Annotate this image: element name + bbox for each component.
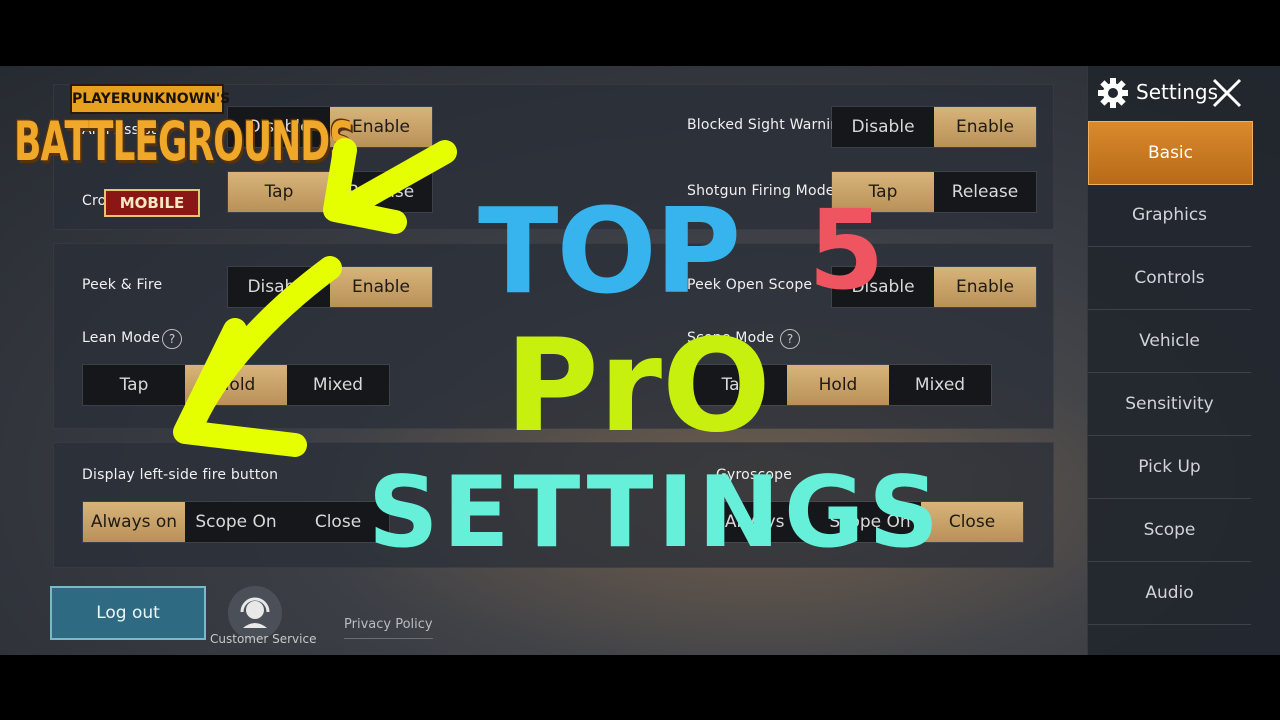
logout-button[interactable]: Log out (50, 586, 206, 640)
sidebar-item-audio[interactable]: Audio (1088, 562, 1251, 625)
overlay-pro-text: PrO (505, 312, 771, 461)
overlay-top-text: TOP (478, 182, 741, 320)
sidebar-item-graphics[interactable]: Graphics (1088, 184, 1251, 247)
settings-sidebar: Settings Basic Graphics Controls Vehicle… (1087, 66, 1280, 655)
scope-mixed[interactable]: Mixed (889, 365, 991, 405)
lean-tap[interactable]: Tap (83, 365, 185, 405)
lean-mode-help-icon[interactable]: ? (162, 329, 182, 349)
left-fire-button-toggle: Always on Scope On Close (82, 501, 390, 543)
blocked-sight-label: Blocked Sight Warning (687, 117, 849, 133)
sidebar-item-controls[interactable]: Controls (1088, 247, 1251, 310)
left-fire-always-on[interactable]: Always on (83, 502, 185, 542)
sidebar-item-pick-up[interactable]: Pick Up (1088, 436, 1251, 499)
scope-mode-help-icon[interactable]: ? (780, 329, 800, 349)
peek-fire-toggle: Disable Enable (227, 266, 433, 308)
peek-fire-label: Peek & Fire (82, 277, 163, 293)
pubg-mobile-logo: PLAYERUNKNOWN'S BATTLEGROUNDS MOBILE (14, 84, 355, 217)
overlay-five-text: 5 (808, 186, 885, 314)
shotgun-release[interactable]: Release (934, 172, 1036, 212)
logo-line-2: BATTLEGROUNDS (14, 112, 355, 174)
peek-fire-enable[interactable]: Enable (330, 267, 432, 307)
close-icon[interactable] (1210, 76, 1244, 110)
sidebar-item-basic[interactable]: Basic (1088, 121, 1253, 185)
peek-fire-disable[interactable]: Disable (228, 267, 330, 307)
logo-line-3: MOBILE (104, 189, 200, 217)
left-fire-scope-on[interactable]: Scope On (185, 502, 287, 542)
privacy-policy-link[interactable]: Privacy Policy (344, 617, 433, 639)
overlay-settings-text: SETTINGS (368, 456, 943, 570)
blocked-sight-enable[interactable]: Enable (934, 107, 1036, 147)
customer-service-label[interactable]: Customer Service (210, 632, 316, 646)
crosshair-release[interactable]: Release (330, 172, 432, 212)
sidebar-header: Settings (1088, 66, 1280, 121)
lean-mode-label: Lean Mode (82, 330, 161, 346)
blocked-sight-toggle: Disable Enable (831, 106, 1037, 148)
lean-mode-toggle: Tap Hold Mixed (82, 364, 390, 406)
lean-hold[interactable]: Hold (185, 365, 287, 405)
left-fire-button-label: Display left-side fire button (82, 467, 279, 483)
lean-mixed[interactable]: Mixed (287, 365, 389, 405)
peek-scope-enable[interactable]: Enable (934, 267, 1036, 307)
gear-icon (1098, 78, 1128, 108)
scope-hold[interactable]: Hold (787, 365, 889, 405)
settings-title: Settings (1136, 80, 1219, 104)
blocked-sight-disable[interactable]: Disable (832, 107, 934, 147)
sidebar-item-sensitivity[interactable]: Sensitivity (1088, 373, 1251, 436)
logo-line-1: PLAYERUNKNOWN'S (70, 84, 230, 114)
sidebar-item-vehicle[interactable]: Vehicle (1088, 310, 1251, 373)
sidebar-item-scope[interactable]: Scope (1088, 499, 1251, 562)
